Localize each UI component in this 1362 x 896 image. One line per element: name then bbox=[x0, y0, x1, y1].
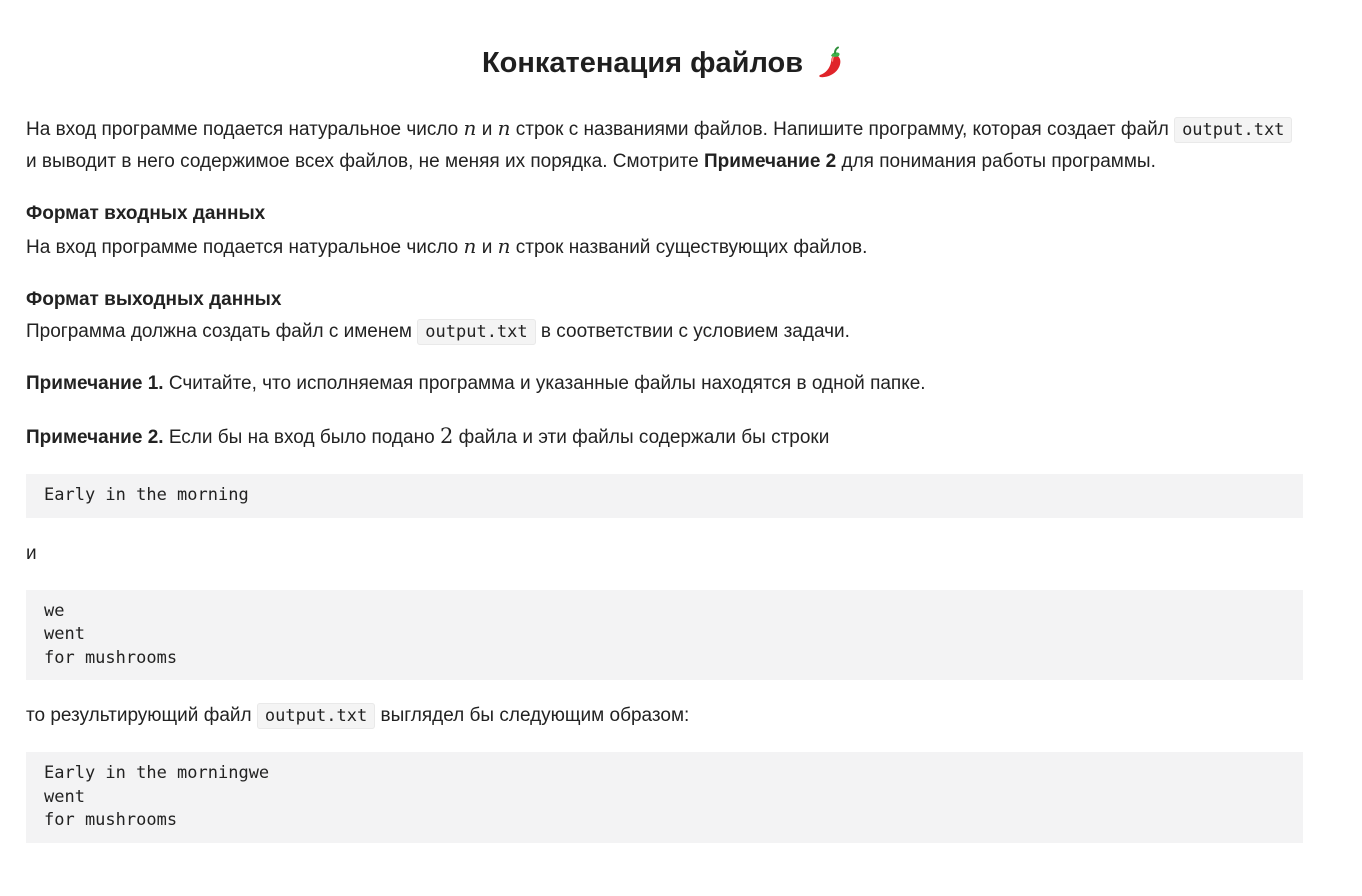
input-format-heading: Формат входных данных bbox=[26, 203, 266, 224]
output-format-section: Формат выходных данных Программа должна … bbox=[26, 284, 1303, 348]
input-format-text-3: строк названий существующих файлов. bbox=[510, 237, 868, 258]
inline-code-output-file: output.txt bbox=[256, 703, 376, 729]
note-2: Примечание 2. Если бы на вход было подан… bbox=[26, 420, 1303, 454]
page-title-text: Конкатенация файлов bbox=[481, 47, 804, 79]
code-block-file-2: we went for mushrooms bbox=[26, 589, 1303, 680]
page-title: Конкатенация файлов bbox=[482, 43, 847, 83]
intro-bold-note-ref: Примечание 2 bbox=[703, 151, 837, 172]
title-row: Конкатенация файлов bbox=[26, 0, 1303, 126]
code-block-file-1: Early in the morning bbox=[26, 474, 1303, 518]
code-block-result: Early in the morningwe went for mushroom… bbox=[26, 752, 1303, 843]
input-format-text-2: и bbox=[476, 237, 498, 258]
result-text-2: выглядел бы следующим образом: bbox=[375, 705, 690, 726]
math-number: 2 bbox=[439, 424, 454, 448]
inline-code-output-file: output.txt bbox=[417, 319, 536, 345]
intro-text-4: и выводит в него содержимое всех файлов,… bbox=[26, 151, 704, 172]
note-1-label: Примечание 1. bbox=[26, 373, 164, 394]
result-text-1: то результирующий файл bbox=[26, 705, 257, 726]
note-1: Примечание 1. Считайте, что исполняемая … bbox=[26, 368, 1303, 400]
output-format-text-2: в соответствии с условием задачи. bbox=[535, 321, 850, 342]
note-1-text: Считайте, что исполняемая программа и ук… bbox=[163, 373, 926, 394]
output-format-heading: Формат выходных данных bbox=[26, 289, 282, 310]
math-var-n: n bbox=[463, 234, 477, 258]
math-var-n: n bbox=[463, 116, 477, 140]
math-var-n: n bbox=[497, 116, 511, 140]
conjunction-text: и bbox=[26, 542, 37, 564]
input-format-text-1: На вход программе подается натуральное ч… bbox=[26, 237, 464, 258]
result-sentence: то результирующий файл output.txt выгляд… bbox=[26, 700, 1303, 732]
intro-text-5: для понимания работы программы. bbox=[836, 151, 1156, 172]
input-format-section: Формат входных данных На вход программе … bbox=[26, 198, 1303, 264]
intro-text-3: строк с названиями файлов. Напишите прог… bbox=[510, 119, 1175, 140]
math-var-n: n bbox=[497, 234, 511, 258]
note-2-label: Примечание 2. bbox=[26, 427, 164, 448]
output-format-text-1: Программа должна создать файл с именем bbox=[26, 321, 418, 342]
note-2-text-1: Если бы на вход было подано bbox=[163, 427, 440, 448]
intro-text-2: и bbox=[476, 119, 498, 140]
intro-paragraph: На вход программе подается натуральное ч… bbox=[26, 112, 1303, 178]
note-2-text-2: файла и эти файлы содержали бы строки bbox=[453, 427, 830, 448]
inline-code-output-file: output.txt bbox=[1174, 117, 1293, 143]
intro-text-1: На вход программе подается натуральное ч… bbox=[26, 119, 464, 140]
task-page: Конкатенация файлов На вход программе по… bbox=[0, 0, 1362, 843]
chili-pepper-icon bbox=[817, 46, 847, 80]
